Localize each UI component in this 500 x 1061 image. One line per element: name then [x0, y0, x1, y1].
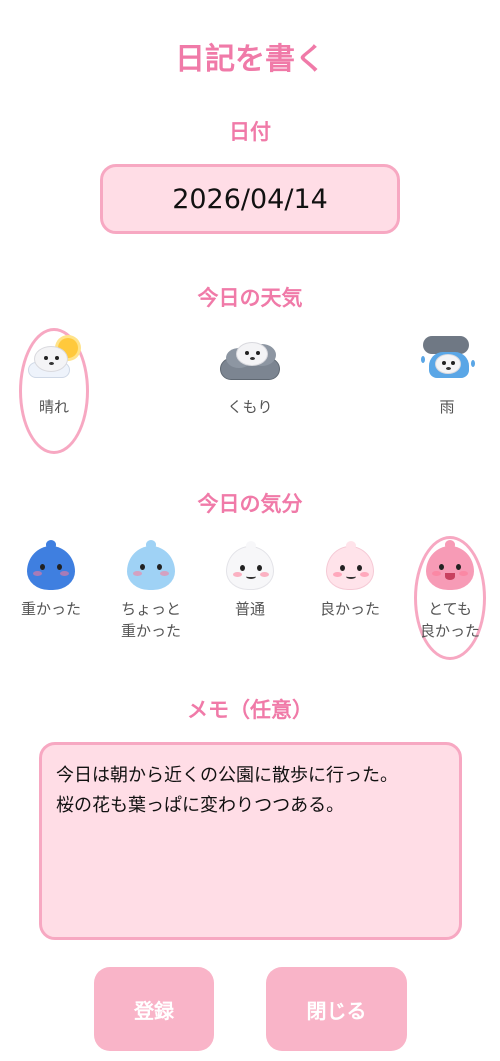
- mood-option-label: ちょっと 重かった: [120, 600, 181, 640]
- cloudy-seal-icon: [218, 336, 282, 388]
- weather-label: 今日の天気: [197, 285, 303, 310]
- mood-option-label: 普通: [234, 600, 265, 618]
- weather-option-cloudy[interactable]: くもり: [212, 336, 288, 418]
- page-title: 日記を書く: [175, 42, 325, 77]
- date-label: 日付: [229, 119, 271, 144]
- weather-option-label: くもり: [227, 398, 273, 416]
- mood-option-slightly-heavy[interactable]: ちょっと 重かった: [113, 540, 189, 642]
- weather-option-label: 晴れ: [38, 398, 69, 416]
- white-blob-icon: [226, 541, 274, 590]
- close-button[interactable]: 閉じる: [266, 967, 407, 1051]
- mood-option-label: 重かった: [20, 600, 81, 618]
- blue-blob-sad-icon: [27, 540, 75, 590]
- register-button[interactable]: 登録: [94, 967, 214, 1051]
- lightblue-blob-icon: [127, 540, 175, 590]
- rainy-seal-icon: [417, 336, 477, 388]
- date-field[interactable]: 2026/04/14: [100, 164, 400, 234]
- sunny-seal-icon: [24, 336, 84, 388]
- weather-option-rainy[interactable]: 雨: [414, 336, 480, 418]
- mood-option-heavy[interactable]: 重かった: [14, 540, 88, 620]
- mood-option-label: 良かった: [319, 600, 380, 618]
- mood-option-very-good[interactable]: とても 良かった: [414, 540, 486, 642]
- mood-option-label: とても 良かった: [419, 600, 480, 640]
- mood-label: 今日の気分: [197, 491, 303, 516]
- pink-blob-happy-icon: [426, 540, 474, 590]
- memo-label: メモ（任意）: [187, 697, 313, 722]
- mood-option-normal[interactable]: 普通: [214, 541, 286, 620]
- mood-option-good[interactable]: 良かった: [313, 541, 387, 620]
- weather-option-sunny[interactable]: 晴れ: [20, 336, 88, 418]
- memo-textarea[interactable]: 今日は朝から近くの公園に散歩に行った。 桜の花も葉っぱに変わりつつある。: [39, 742, 462, 940]
- weather-option-label: 雨: [439, 398, 455, 416]
- lightpink-blob-icon: [326, 541, 374, 590]
